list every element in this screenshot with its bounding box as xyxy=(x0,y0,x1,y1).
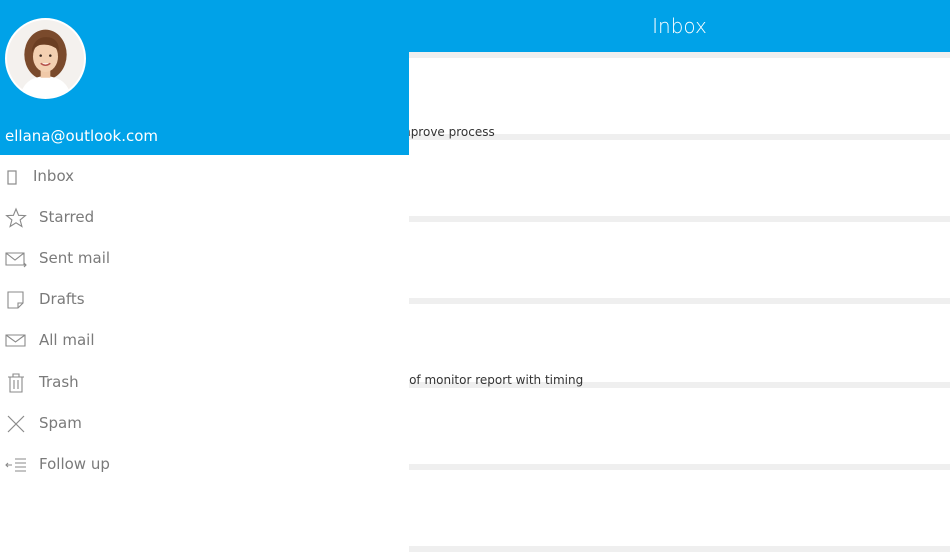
nav-item-follow-up[interactable]: Follow up xyxy=(0,445,409,485)
envelope-icon xyxy=(5,330,27,352)
nav-item-starred[interactable]: Starred xyxy=(0,198,409,238)
nav-item-all-mail[interactable]: All mail xyxy=(0,321,409,361)
inbox-icon xyxy=(5,166,27,188)
mail-list: mprove process s of monitor report with … xyxy=(399,52,950,557)
avatar-image xyxy=(7,20,84,97)
nav-item-label: Spam xyxy=(39,414,82,432)
navigation-drawer: ellana@outlook.com Inbox Starred Sent ma… xyxy=(0,0,409,557)
account-header: ellana@outlook.com xyxy=(0,0,409,155)
star-icon xyxy=(5,207,27,229)
mail-snippet: mprove process xyxy=(399,125,495,139)
nav-item-label: Inbox xyxy=(33,167,75,185)
page-title: Inbox xyxy=(652,14,707,38)
mail-list-item[interactable] xyxy=(409,140,950,222)
avatar[interactable] xyxy=(5,18,86,99)
nav-item-label: All mail xyxy=(39,331,95,349)
nav-item-label: Trash xyxy=(39,373,79,391)
nav-item-label: Follow up xyxy=(39,455,110,473)
mail-list-item[interactable] xyxy=(409,470,950,552)
mail-list-item[interactable]: s of monitor report with timing xyxy=(399,306,950,388)
close-icon xyxy=(5,413,27,435)
sent-mail-icon xyxy=(5,248,27,270)
drafts-icon xyxy=(5,289,27,311)
nav-item-label: Starred xyxy=(39,208,95,226)
mail-list-item[interactable]: mprove process xyxy=(399,58,950,140)
trash-icon xyxy=(5,372,27,394)
mail-snippet: s of monitor report with timing xyxy=(399,373,584,387)
nav-item-inbox[interactable]: Inbox xyxy=(0,157,409,197)
nav-item-sent-mail[interactable]: Sent mail xyxy=(0,239,409,279)
follow-up-icon xyxy=(5,454,27,476)
nav-item-label: Drafts xyxy=(39,290,85,308)
nav-item-spam[interactable]: Spam xyxy=(0,404,409,444)
mail-list-item[interactable] xyxy=(409,388,950,470)
mail-list-item[interactable] xyxy=(409,222,950,304)
nav-item-label: Sent mail xyxy=(39,249,111,267)
nav-item-drafts[interactable]: Drafts xyxy=(0,280,409,320)
nav-item-trash[interactable]: Trash xyxy=(0,363,409,403)
account-email: ellana@outlook.com xyxy=(5,127,159,145)
